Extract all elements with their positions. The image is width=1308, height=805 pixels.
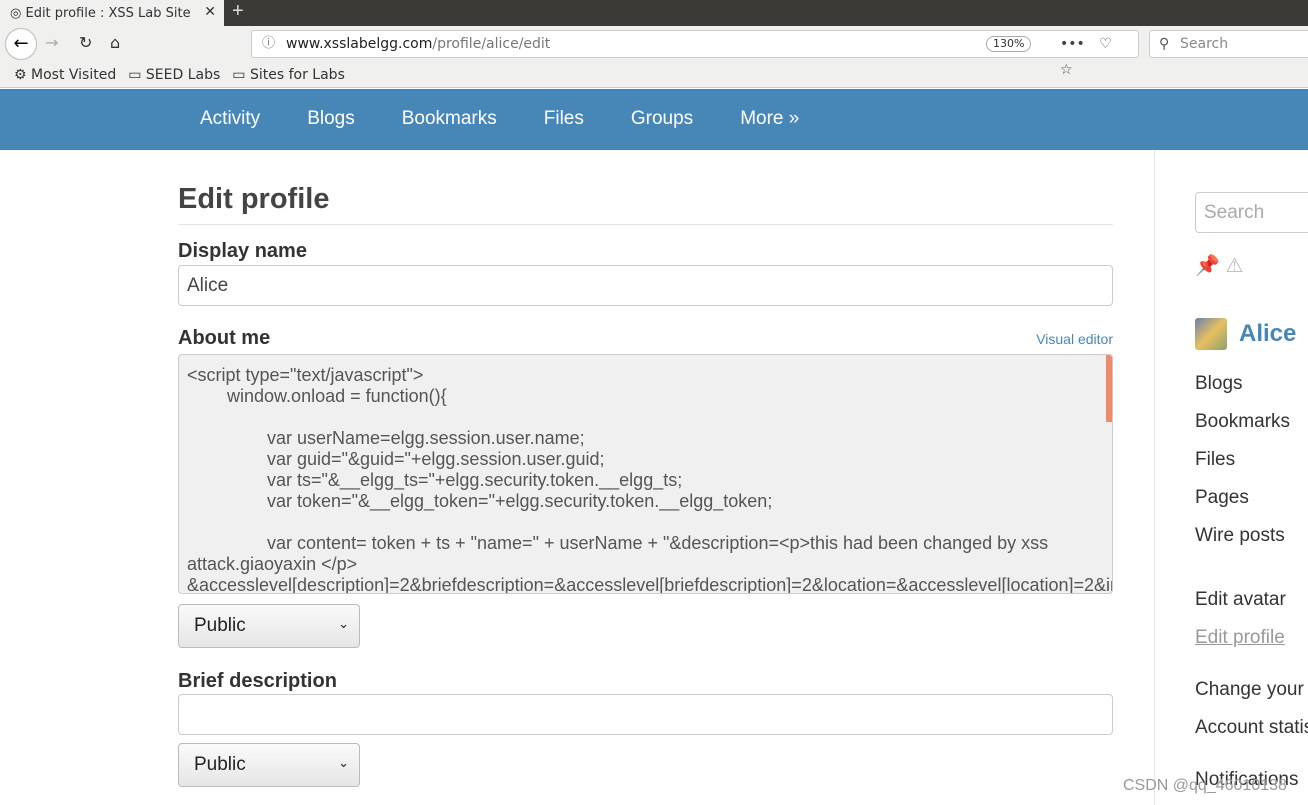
- sidebar-item-blogs[interactable]: Blogs: [1195, 373, 1308, 411]
- display-name-label: Display name: [178, 240, 307, 262]
- avatar[interactable]: [1195, 318, 1227, 350]
- site-nav: Activity Blogs Bookmarks Files Groups Mo…: [0, 89, 1308, 150]
- zoom-indicator[interactable]: 130%: [986, 36, 1032, 52]
- close-tab-icon[interactable]: ✕: [204, 4, 216, 20]
- sidebar-item-bookmarks[interactable]: Bookmarks: [1195, 411, 1308, 449]
- bookmark-seed-labs[interactable]: ▭ SEED Labs: [128, 67, 220, 83]
- sidebar-item-settings[interactable]: Change your s: [1195, 679, 1308, 717]
- chevron-down-icon: ⌄: [338, 616, 349, 631]
- site-icon: ◎: [10, 5, 26, 21]
- scrollbar[interactable]: [1106, 355, 1112, 422]
- sidebar-item-edit-avatar[interactable]: Edit avatar: [1195, 589, 1308, 627]
- nav-toolbar: ← → ↻ ⌂ ⓘ www.xsslabelgg.com/profile/alic…: [0, 26, 1308, 78]
- tab-bar: ◎ Edit profile : XSS Lab Site ✕ +: [0, 0, 1308, 26]
- brief-description-input[interactable]: [178, 694, 1113, 735]
- sidebar-item-files[interactable]: Files: [1195, 449, 1308, 487]
- watermark: CSDN @qq_46010138: [1123, 777, 1287, 794]
- sidebar-item-wire-posts[interactable]: Wire posts: [1195, 525, 1308, 563]
- search-icon: ⚲: [1159, 36, 1170, 52]
- nav-bookmarks[interactable]: Bookmarks: [402, 89, 497, 150]
- browser-search[interactable]: ⚲ Search: [1149, 30, 1308, 58]
- back-button[interactable]: ←: [5, 28, 37, 60]
- brief-description-label: Brief description: [178, 670, 337, 692]
- about-me-label: About me: [178, 327, 271, 349]
- nav-activity[interactable]: Activity: [200, 89, 260, 150]
- display-name-input[interactable]: Alice: [178, 265, 1113, 306]
- about-access-select[interactable]: Public ⌄: [178, 604, 360, 648]
- about-me-textarea[interactable]: <script type="text/javascript"> window.o…: [178, 354, 1113, 594]
- sidebar-item-account-statistics[interactable]: Account statis: [1195, 717, 1308, 769]
- user-name-link[interactable]: Alice: [1239, 320, 1296, 348]
- page-title: Edit profile: [178, 183, 1113, 225]
- nav-files[interactable]: Files: [544, 89, 584, 150]
- edit-profile-form: Edit profile Display name Alice About me…: [178, 150, 1113, 787]
- browser-tab[interactable]: ◎ Edit profile : XSS Lab Site ✕: [0, 0, 224, 26]
- nav-blogs[interactable]: Blogs: [307, 89, 355, 150]
- brief-access-select[interactable]: Public ⌄: [178, 743, 360, 787]
- bookmark-sites-for-labs[interactable]: ▭ Sites for Labs: [232, 67, 345, 83]
- nav-more[interactable]: More »: [740, 89, 799, 150]
- visual-editor-link[interactable]: Visual editor: [1036, 331, 1113, 347]
- chevron-down-icon: ⌄: [338, 755, 349, 770]
- pin-icon[interactable]: 📌: [1195, 255, 1220, 277]
- info-icon: ⓘ: [262, 36, 276, 51]
- page-actions-icon[interactable]: ••• ♡ ☆: [1060, 31, 1138, 83]
- reload-button[interactable]: ↻: [79, 33, 92, 52]
- nav-groups[interactable]: Groups: [631, 89, 693, 150]
- user-block: Alice: [1195, 303, 1308, 365]
- url-bar[interactable]: ⓘ www.xsslabelgg.com/profile/alice/edit 1…: [251, 30, 1139, 78]
- home-button[interactable]: ⌂: [110, 33, 120, 52]
- sidebar-item-pages[interactable]: Pages: [1195, 487, 1308, 525]
- warning-icon[interactable]: ⚠: [1225, 255, 1243, 277]
- forward-button[interactable]: →: [45, 33, 58, 52]
- sidebar-item-edit-profile[interactable]: Edit profile: [1195, 627, 1308, 665]
- bookmark-most-visited[interactable]: ⚙ Most Visited: [14, 67, 116, 83]
- new-tab-button[interactable]: +: [232, 0, 244, 23]
- sidebar-search-input[interactable]: Search: [1195, 192, 1308, 233]
- sidebar: Search 📌 ⚠ Alice Blogs Bookmarks Files P…: [1154, 150, 1308, 805]
